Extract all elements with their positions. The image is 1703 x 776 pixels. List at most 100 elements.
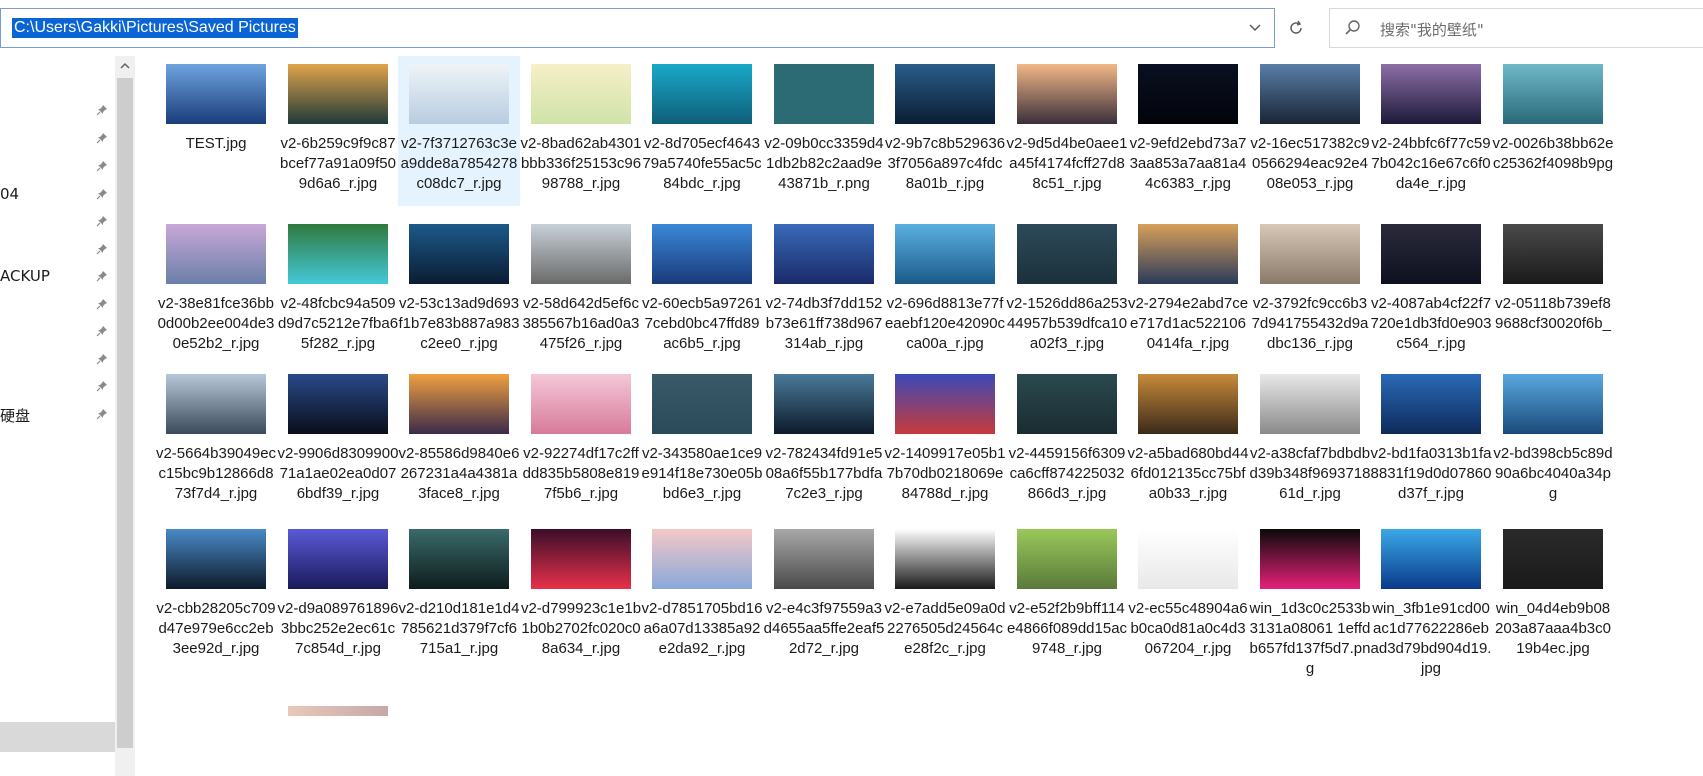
file-name: v2-4087ab4cf22f7720e1db3fd0e903c564_r.jp… [1370,295,1492,352]
image-thumbnail [1017,374,1117,434]
pin-icon [96,103,108,116]
file-item[interactable]: v2-bd398cb5c89d90a6bc4040a34pg [1492,366,1614,516]
pin-icon [96,352,108,365]
file-item[interactable]: v2-8d705ecf464379a5740fe55ac5c84bdc_r.jp… [641,56,763,206]
nav-item[interactable]: 硬盘 [0,400,115,428]
file-item[interactable]: v2-cbb28205c709d47e979e6cc2eb3ee92d_r.jp… [155,521,277,671]
file-item[interactable]: v2-0026b38bb62ec25362f4098b9pg [1492,56,1614,206]
file-name: v2-a38cfaf7bdbdbd39b348f969371861d_r.jpg [1249,445,1371,502]
file-item[interactable]: win_04d4eb9b08203a87aaa4b3c019b4ec.jpg [1492,521,1614,671]
file-item[interactable]: v2-d9a0897618963bbc252e2ec61c7c854d_r.jp… [277,521,399,671]
file-name: v2-d210d181e1d4785621d379f7cf6715a1_r.jp… [398,600,520,657]
nav-item[interactable] [0,96,115,124]
scroll-up-arrow-icon[interactable] [115,56,135,76]
pin-icon [96,131,108,144]
file-name: win_3fb1e91cd00ac1d77622286ebad3d79bd904… [1370,600,1492,677]
file-item[interactable]: v2-58d642d5ef6c385567b16ad0a3475f26_r.jp… [520,216,642,366]
file-item[interactable]: v2-8bad62ab4301bbb336f25153c9698788_r.jp… [520,56,642,206]
nav-scrollbar[interactable] [115,56,135,776]
nav-item[interactable] [0,152,115,180]
file-item[interactable]: v2-343580ae1ce9e914f18e730e05bbd6e3_r.jp… [641,366,763,516]
file-item[interactable]: v2-3792fc9cc6b37d941755432d9adbc136_r.jp… [1249,216,1371,366]
address-bar[interactable]: C:\Users\Gakki\Pictures\Saved Pictures [0,8,1275,48]
image-thumbnail [774,529,874,589]
image-thumbnail [288,374,388,434]
image-thumbnail [1260,64,1360,124]
image-thumbnail [531,64,631,124]
file-item[interactable]: v2-4087ab4cf22f7720e1db3fd0e903c564_r.jp… [1370,216,1492,366]
file-item[interactable]: v2-a5bad680bd446fd012135cc75bfa0b33_r.jp… [1127,366,1249,516]
pin-icon [96,187,108,200]
file-name: v2-16ec517382c90566294eac92e408e053_r.jp… [1250,135,1370,192]
file-item[interactable]: v2-4459156f6309ca6cff874225032866d3_r.jp… [1006,366,1128,516]
nav-item[interactable] [0,345,115,373]
image-thumbnail [1260,529,1360,589]
file-item[interactable]: v2-e4c3f97559a3d4655aa5ffe2eaf52d72_r.jp… [763,521,885,671]
file-item[interactable]: win_1d3c0c2533b3131a08061 1effdb657fd137… [1249,521,1371,677]
file-item[interactable]: v2-6b259c9f9c87bcef77a91a09f509d6a6_r.jp… [277,56,399,206]
nav-item[interactable] [0,290,115,318]
file-name: v2-9906d830990071a1ae02ea0d076bdf39_r.jp… [277,445,399,502]
file-item[interactable]: v2-9d5d4be0aee1a45f4174fcff27d88c51_r.jp… [1006,56,1128,206]
image-thumbnail [409,224,509,284]
image-thumbnail [409,529,509,589]
file-item[interactable]: v2-53c13ad9d693f1b7e83b887a983c2ee0_r.jp… [398,216,520,366]
nav-item[interactable] [0,317,115,345]
file-item[interactable]: v2-85586d9840e6267231a4a4381a3face8_r.jp… [398,366,520,516]
file-item[interactable]: v2-48fcbc94a509d9d7c5212e7fba65f282_r.jp… [277,216,399,366]
nav-item[interactable] [0,235,115,263]
file-name: v2-09b0cc3359d41db2b82c2aad9e43871b_r.pn… [764,135,884,192]
chevron-down-icon[interactable] [1248,21,1262,35]
file-item[interactable]: v2-05118b739ef89688cf30020f6b_ [1492,216,1614,366]
nav-item[interactable]: 04 [0,180,115,208]
file-name: v2-74db3f7dd152b73e61ff738d967314ab_r.jp… [765,295,883,352]
image-thumbnail [531,374,631,434]
file-item[interactable]: v2-24bbfc6f77c597b042c16e67c6f0da4e_r.jp… [1370,56,1492,206]
nav-item[interactable] [0,124,115,152]
file-item[interactable]: v2-38e81fce36bb0d00b2ee004de30e52b2_r.jp… [155,216,277,366]
image-thumbnail [1503,64,1603,124]
file-item[interactable]: v2-782434fd91e508a6f55b177bdfa7c2e3_r.jp… [763,366,885,516]
file-item[interactable]: v2-09b0cc3359d41db2b82c2aad9e43871b_r.pn… [763,56,885,206]
file-item[interactable]: v2-9b7c8b5296363f7056a897c4fdc8a01b_r.jp… [884,56,1006,206]
file-item[interactable]: v2-9efd2ebd73a73aa853a7aa81a44c6383_r.jp… [1127,56,1249,206]
file-name: v2-d9a0897618963bbc252e2ec61c7c854d_r.jp… [277,600,399,657]
nav-item[interactable]: ACKUP [0,262,115,290]
file-name: v2-bd398cb5c89d90a6bc4040a34pg [1493,445,1613,502]
file-item[interactable]: TEST.jpg [155,56,277,206]
file-item[interactable]: v2-7f3712763c3ea9dde8a7854278c08dc7_r.jp… [398,56,520,206]
image-thumbnail [652,64,752,124]
scrollbar-thumb[interactable] [117,78,133,748]
file-item[interactable]: v2-d210d181e1d4785621d379f7cf6715a1_r.jp… [398,521,520,671]
nav-item[interactable] [0,207,115,235]
file-item[interactable]: v2-ec55c48904a6b0ca0d81a0c4d3067204_r.jp… [1127,521,1249,671]
search-box[interactable]: 搜索"我的壁纸" [1329,8,1703,48]
file-item[interactable]: v2-bd1fa0313b1fa8831f19d0d07860d37f_r.jp… [1370,366,1492,516]
file-item[interactable]: v2-e52f2b9bff114e4866f089dd15ac9748_r.jp… [1006,521,1128,671]
file-grid: TEST.jpg v2-6b259c9f9c87bcef77a91a09f509d… [155,56,1703,776]
file-item[interactable]: v2-5664b39049ecc15bc9b12866d873f7d4_r.jp… [155,366,277,516]
file-item[interactable]: v2-9906d830990071a1ae02ea0d076bdf39_r.jp… [277,366,399,516]
file-item[interactable]: v2-16ec517382c90566294eac92e408e053_r.jp… [1249,56,1371,206]
file-item[interactable]: v2-92274df17c2ffdd835b5808e8197f5b6_r.jp… [520,366,642,516]
file-item[interactable]: v2-2794e2abd7cee717d1ac5221060414fa_r.jp… [1127,216,1249,366]
file-item[interactable]: v2-e7add5e09a0d2276505d24564ce28f2c_r.jp… [884,521,1006,671]
file-item[interactable]: v2-74db3f7dd152b73e61ff738d967314ab_r.jp… [763,216,885,366]
file-item[interactable]: win_3fb1e91cd00ac1d77622286ebad3d79bd904… [1370,521,1492,677]
image-thumbnail[interactable] [288,706,388,716]
file-name: v2-9efd2ebd73a73aa853a7aa81a44c6383_r.jp… [1129,135,1247,192]
file-name: v2-1409917e05b17b70db0218069e84788d_r.jp… [884,445,1006,502]
nav-item[interactable] [0,372,115,400]
file-item[interactable]: v2-a38cfaf7bdbdbd39b348f969371861d_r.jpg [1249,366,1371,516]
file-item[interactable]: v2-d799923c1e1b1b0b2702fc020c08a634_r.jp… [520,521,642,671]
address-path[interactable]: C:\Users\Gakki\Pictures\Saved Pictures [12,18,298,38]
file-item[interactable]: v2-1526dd86a25344957b539dfca10a02f3_r.jp… [1006,216,1128,366]
file-item[interactable]: v2-60ecb5a972617cebd0bc47ffd89ac6b5_r.jp… [641,216,763,366]
file-item[interactable]: v2-696d8813e77feaebf120e42090cca00a_r.jp… [884,216,1006,366]
file-name: v2-d7851705bd16a6a07d13385a92e2da92_r.jp… [641,600,763,657]
refresh-button[interactable] [1277,8,1315,48]
file-item[interactable]: v2-d7851705bd16a6a07d13385a92e2da92_r.jp… [641,521,763,671]
nav-selected-item[interactable] [0,722,115,752]
file-item[interactable]: v2-1409917e05b17b70db0218069e84788d_r.jp… [884,366,1006,516]
file-name: v2-92274df17c2ffdd835b5808e8197f5b6_r.jp… [522,445,640,502]
